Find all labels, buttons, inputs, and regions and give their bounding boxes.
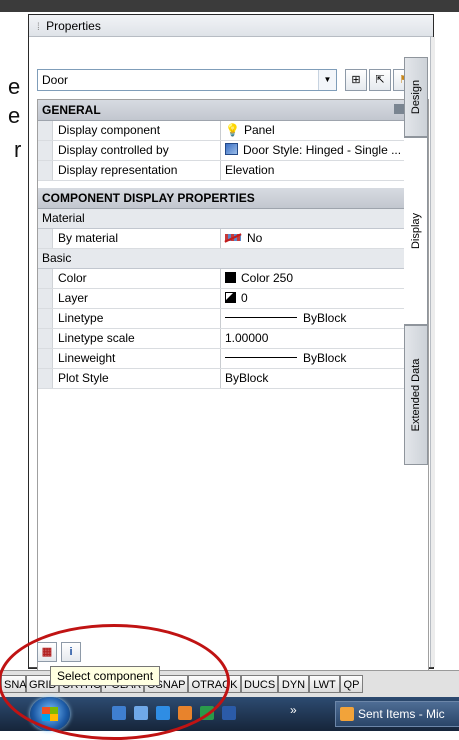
category-general[interactable]: GENERAL ▲ [38,100,428,121]
property-value[interactable]: 💡 Panel [221,121,428,140]
property-name: Display component [53,121,221,140]
property-grid: GENERAL ▲ Display component 💡Panel Displ… [37,99,429,679]
value-text: Panel [243,123,275,137]
property-value[interactable]: 0 [221,289,428,308]
top-strip [0,0,459,12]
property-row[interactable]: By material No [38,229,428,249]
property-value[interactable]: No [221,229,428,248]
category-label: COMPONENT DISPLAY PROPERTIES [42,191,255,205]
taskbar-item-sent-items[interactable]: Sent Items - Mic [335,701,459,727]
lightbulb-icon: 💡 [225,123,240,137]
task-label: Sent Items - Mic [358,707,445,721]
material-icon [225,232,241,243]
property-row[interactable]: Color Color 250 [38,269,428,289]
chevron-right-icon[interactable]: » [290,703,297,717]
property-value[interactable]: ByBlock [221,349,428,368]
background-text: e [8,103,21,128]
status-toggle-qp[interactable]: QP [340,675,363,693]
layer-icon [225,292,236,303]
email-icon [340,707,354,721]
background-text: r [14,137,22,162]
subcategory-basic[interactable]: Basic ▲ [38,249,428,269]
property-value[interactable]: Color 250 [221,269,428,288]
value-text: Door Style: Hinged - Single ... [243,143,402,157]
background-text: e [8,74,21,99]
tab-label: Design [410,79,422,115]
panel-area: Door ▼ ⊞ ⇱ ⚑ GENERAL ▲ Display component… [29,37,431,679]
lineweight-line-icon [225,357,297,358]
annotation-ring [0,624,230,740]
property-name: Display controlled by [53,141,221,160]
property-name: Lineweight [53,349,221,368]
quick-select-icon: ⊞ [351,74,361,86]
property-row[interactable]: Lineweight ByBlock [38,349,428,369]
palette-content: Door ▼ ⊞ ⇱ ⚑ GENERAL ▲ Display component… [29,37,435,679]
property-name: Color [53,269,221,288]
palette-titlebar[interactable]: ⁞ Properties [29,15,433,37]
property-row[interactable]: Linetype scale 1.00000 [38,329,428,349]
property-name: By material [53,229,221,248]
property-name: Layer [53,289,221,308]
tab-design[interactable]: Design [404,57,428,137]
tab-label: Display [409,212,422,250]
property-row[interactable]: Linetype ByBlock [38,309,428,329]
combo-value: Door [42,73,69,87]
property-name: Linetype [53,309,221,328]
value-text: ByBlock [303,311,347,325]
select-objects-icon: ⇱ [375,74,385,86]
properties-palette: ⁞ Properties Door ▼ ⊞ ⇱ ⚑ GENERAL ▲ Disp… [28,14,435,679]
property-row[interactable]: Display component 💡 Panel [38,121,428,141]
subcategory-label: Material [42,211,85,225]
property-value[interactable]: ByBlock [221,369,428,388]
tab-label: Extended Data [410,358,422,432]
value-text: 0 [241,291,248,305]
property-value[interactable]: 1.00000 [221,329,428,348]
select-objects-button[interactable]: ⇱ [369,69,391,91]
tab-extended-data[interactable]: Extended Data [404,325,428,465]
word-icon[interactable] [222,706,236,720]
object-type-combo[interactable]: Door ▼ [37,69,337,91]
property-name: Display representation [53,161,221,180]
status-toggle-ducs[interactable]: DUCS [241,675,278,693]
category-component-display[interactable]: COMPONENT DISPLAY PROPERTIES ▲ [38,188,428,209]
quick-select-button[interactable]: ⊞ [345,69,367,91]
value-text: No [247,231,263,245]
value-text: Color 250 [241,271,294,285]
property-row[interactable]: Display controlled by Door Style: Hinged… [38,141,428,161]
property-value[interactable]: ByBlock [221,309,428,328]
chevron-down-icon[interactable]: ▼ [318,70,336,90]
property-row[interactable]: Layer 0 [38,289,428,309]
property-name: Plot Style [53,369,221,388]
tab-display[interactable]: Display [404,137,428,325]
palette-title: Properties [46,19,101,33]
subcategory-material[interactable]: Material ▲ [38,209,428,229]
door-style-icon [225,143,238,155]
linetype-line-icon [225,317,297,318]
status-toggle-lwt[interactable]: LWT [309,675,340,693]
status-toggle-dyn[interactable]: DYN [278,675,309,693]
category-label: GENERAL [42,103,101,117]
property-row[interactable]: Plot Style ByBlock [38,369,428,389]
property-name: Linetype scale [53,329,221,348]
value-text: ByBlock [303,351,347,365]
property-row[interactable]: Display representation Elevation [38,161,428,181]
subcategory-label: Basic [42,251,72,265]
property-value[interactable]: Elevation [221,161,428,180]
property-value[interactable]: Door Style: Hinged - Single ... [221,141,428,160]
grip-icon[interactable]: ⁞ [37,22,40,33]
color-swatch-icon [225,272,236,283]
